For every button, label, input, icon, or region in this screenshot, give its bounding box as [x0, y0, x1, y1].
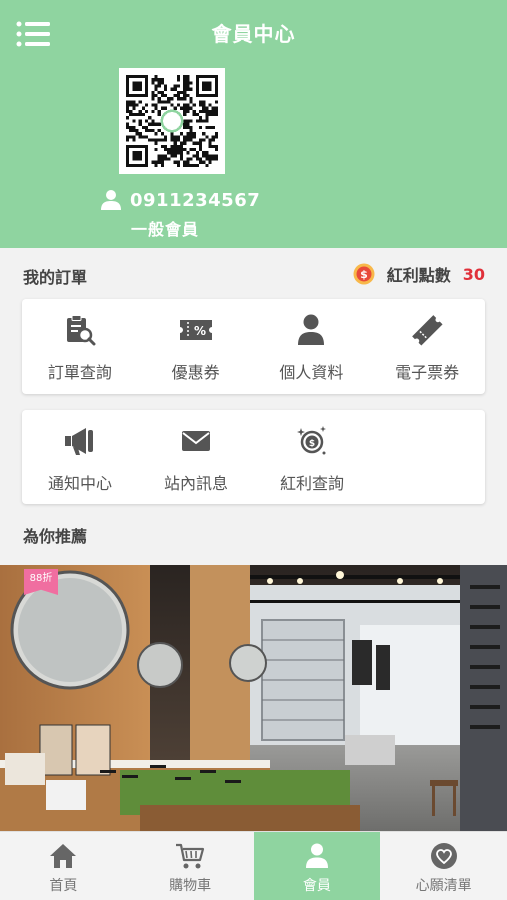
tab-cart[interactable]: 購物車 — [127, 832, 254, 900]
coin-icon: $ — [353, 263, 375, 285]
notification-center-label: 通知中心 — [47, 474, 112, 493]
tab-home[interactable]: 首頁 — [0, 832, 127, 900]
profile-button[interactable]: 個人資料 — [254, 299, 370, 394]
e-ticket-icon — [412, 315, 443, 346]
orders-menu-card: 訂單查詢 % 優惠券 個人資料 電子票券 — [22, 299, 485, 394]
tab-wishlist-label: 心願清單 — [415, 878, 472, 894]
tab-member[interactable]: 會員 — [253, 832, 381, 900]
coupon-label: 優惠券 — [171, 363, 220, 382]
bonus-label: 紅利點數 — [386, 266, 451, 285]
megaphone-icon — [65, 428, 93, 455]
member-phone: 0911234567 — [130, 189, 261, 211]
envelope-icon — [182, 431, 210, 451]
e-ticket-button[interactable]: 電子票券 — [369, 299, 485, 394]
bonus-value: 30 — [462, 264, 485, 284]
my-orders-title: 我的訂單 — [23, 268, 88, 287]
order-search-button[interactable]: 訂單查詢 — [22, 299, 138, 394]
tab-home-label: 首頁 — [49, 878, 78, 894]
order-search-icon — [66, 315, 96, 346]
member-level: 一般會員 — [131, 220, 200, 239]
profile-label: 個人資料 — [279, 363, 344, 382]
heart-icon — [430, 843, 457, 869]
user-info: 0911234567 — [100, 187, 260, 213]
bottom-tab-bar: 首頁 購物車 會員 心願清單 — [0, 831, 507, 900]
eyewear-store-photo — [0, 565, 507, 831]
home-icon — [50, 844, 77, 868]
e-ticket-label: 電子票券 — [395, 363, 460, 382]
bonus-query-icon: $ — [297, 426, 326, 455]
tab-cart-label: 購物車 — [169, 878, 212, 894]
page-title: 會員中心 — [211, 22, 296, 46]
svg-text:$: $ — [309, 439, 315, 449]
member-header: 會員中心 0911234567 一般會員 — [0, 0, 507, 248]
coupon-icon: % — [179, 320, 212, 340]
bonus-points[interactable]: $ 紅利點數 30 — [353, 261, 485, 287]
cart-icon — [176, 843, 205, 869]
tab-member-label: 會員 — [302, 878, 331, 894]
coupon-button[interactable]: % 優惠券 — [138, 299, 254, 394]
member-qr-code — [119, 68, 225, 174]
svg-text:%: % — [194, 324, 206, 338]
recommend-title: 為你推薦 — [23, 527, 88, 546]
user-icon — [101, 190, 121, 210]
order-search-label: 訂單查詢 — [47, 363, 112, 382]
bonus-query-button[interactable]: $ 紅利查詢 — [254, 410, 370, 504]
tab-wishlist[interactable]: 心願清單 — [380, 832, 507, 900]
svg-text:$: $ — [360, 268, 368, 281]
site-messages-button[interactable]: 站內訊息 — [138, 410, 254, 504]
notification-center-button[interactable]: 通知中心 — [22, 410, 138, 504]
member-icon — [305, 843, 328, 868]
profile-icon — [298, 314, 325, 345]
recommend-banner-image[interactable]: 88折 — [0, 565, 507, 831]
site-messages-label: 站內訊息 — [163, 474, 228, 493]
services-menu-card: 通知中心 站內訊息 $ 紅利查詢 — [22, 410, 485, 504]
bonus-query-label: 紅利查詢 — [279, 474, 344, 493]
